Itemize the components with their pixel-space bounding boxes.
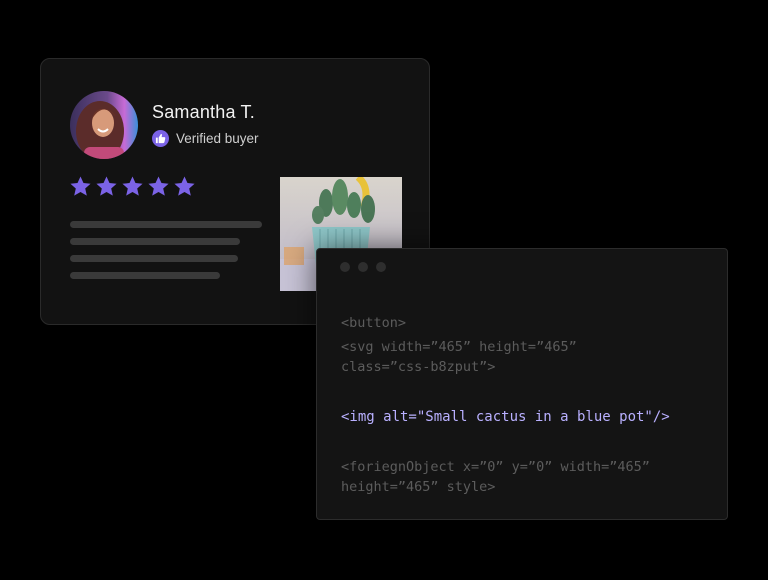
reviewer-name: Samantha T. [152,102,255,122]
window-controls [340,262,386,272]
code-line: <foriegnObject x=”0” y=”0” width=”465” [341,459,650,475]
code-line-highlight: <img alt="Small cactus in a blue pot"/> [341,409,670,425]
window-dot-icon[interactable] [376,262,386,272]
star-icon [96,176,117,196]
verified-row: Verified buyer [152,130,259,147]
text-line [70,221,262,228]
thumbs-up-icon [152,130,169,147]
verified-label: Verified buyer [176,131,259,146]
window-dot-icon[interactable] [340,262,350,272]
star-icon [174,176,195,196]
star-icon [148,176,169,196]
window-dot-icon[interactable] [358,262,368,272]
review-text-placeholder [70,221,262,289]
text-line [70,272,220,279]
text-line [70,255,238,262]
code-line: <svg width=”465” height=”465” [341,339,577,355]
star-icon [70,176,91,196]
star-icon [122,176,143,196]
star-rating [69,175,196,198]
code-line: class=”css-b8zput”> [341,359,496,375]
code-window: <button> <svg width=”465” height=”465” c… [316,248,728,520]
text-line [70,238,240,245]
code-line: height=”465” style> [341,479,496,495]
code-line: <button> [341,315,407,331]
avatar [70,91,138,159]
